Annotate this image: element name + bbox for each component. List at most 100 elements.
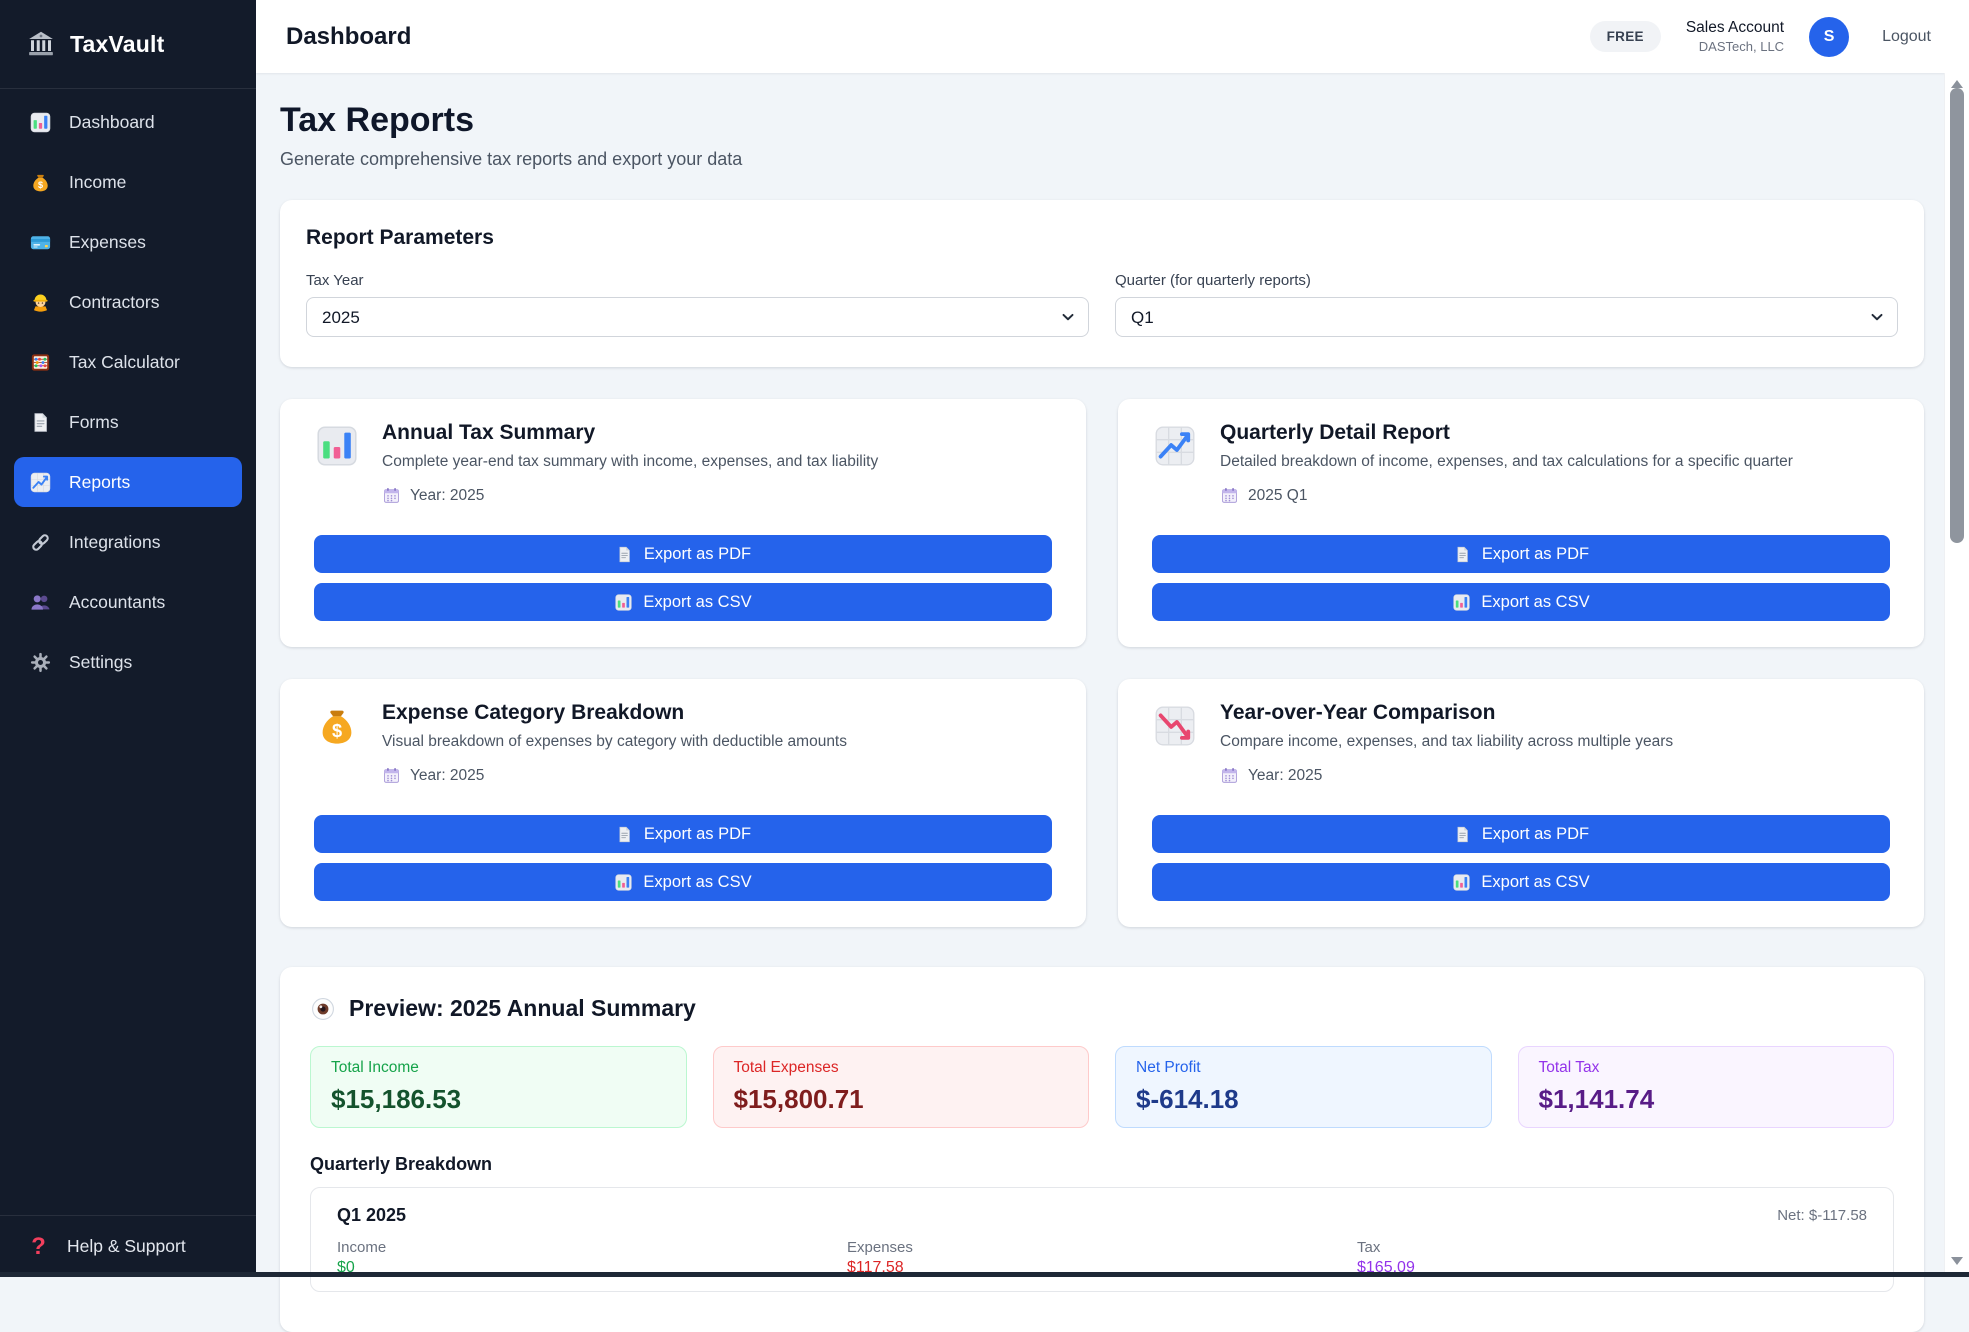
export-pdf-label: Export as PDF	[1482, 825, 1589, 844]
sidebar-item-income[interactable]: Income	[14, 157, 242, 207]
sidebar-item-settings[interactable]: Settings	[14, 637, 242, 687]
sidebar-item-tax-calculator[interactable]: Tax Calculator	[14, 337, 242, 387]
quarter-select[interactable]: Q1	[1115, 297, 1898, 337]
report-meta-text: Year: 2025	[410, 767, 484, 785]
export-csv-label: Export as CSV	[1481, 593, 1589, 612]
sidebar-item-label: Accountants	[69, 592, 165, 613]
page-title: Tax Reports	[280, 101, 1924, 140]
export-csv-button[interactable]: Export as CSV	[314, 583, 1052, 621]
sidebar-item-accountants[interactable]: Accountants	[14, 577, 242, 627]
sidebar-item-expenses[interactable]: Expenses	[14, 217, 242, 267]
stat-total-expenses: Total Expenses $15,800.71	[713, 1046, 1090, 1128]
plan-badge: FREE	[1590, 21, 1661, 52]
report-description: Compare income, expenses, and tax liabil…	[1220, 733, 1673, 751]
calendar-icon	[1220, 486, 1239, 505]
credit-card-icon	[29, 231, 52, 254]
calendar-icon	[382, 766, 401, 785]
report-meta: 2025 Q1	[1220, 486, 1793, 505]
report-parameters-card: Report Parameters Tax Year 2025 Quarter …	[280, 200, 1924, 367]
export-pdf-button[interactable]: Export as PDF	[1152, 815, 1890, 853]
eye-icon	[310, 996, 336, 1022]
export-csv-label: Export as CSV	[643, 593, 751, 612]
abacus-icon	[29, 351, 52, 374]
logout-link[interactable]: Logout	[1882, 28, 1931, 46]
page-header-title: Dashboard	[286, 23, 411, 51]
quarter-name: Q1 2025	[337, 1205, 406, 1226]
export-pdf-label: Export as PDF	[644, 545, 751, 564]
report-meta: Year: 2025	[382, 486, 878, 505]
account-name: Sales Account	[1686, 18, 1784, 37]
sidebar-item-reports[interactable]: Reports	[14, 457, 242, 507]
money-bag-icon	[29, 171, 52, 194]
stat-label: Net Profit	[1136, 1059, 1471, 1077]
sidebar-item-label: Dashboard	[69, 112, 155, 133]
tax-year-select[interactable]: 2025	[306, 297, 1089, 337]
sidebar-item-label: Reports	[69, 472, 130, 493]
export-pdf-button[interactable]: Export as PDF	[1152, 535, 1890, 573]
avatar[interactable]: S	[1809, 17, 1849, 57]
stat-label: Total Income	[331, 1059, 666, 1077]
tax-year-field: Tax Year 2025	[306, 272, 1089, 337]
report-description: Detailed breakdown of income, expenses, …	[1220, 453, 1793, 471]
gear-icon	[29, 651, 52, 674]
sidebar-item-contractors[interactable]: Contractors	[14, 277, 242, 327]
report-card-quarterly-detail: Quarterly Detail Report Detailed breakdo…	[1118, 399, 1924, 647]
scrollbar-thumb[interactable]	[1950, 88, 1964, 543]
export-csv-button[interactable]: Export as CSV	[314, 863, 1052, 901]
tax-year-label: Tax Year	[306, 272, 1089, 289]
export-csv-button[interactable]: Export as CSV	[1152, 583, 1890, 621]
quarter-net: Net: $-117.58	[1777, 1207, 1867, 1224]
sidebar-item-help[interactable]: ? Help & Support	[0, 1215, 256, 1277]
report-title: Quarterly Detail Report	[1220, 421, 1793, 445]
report-description: Visual breakdown of expenses by category…	[382, 733, 847, 751]
document-icon	[1453, 545, 1472, 564]
question-mark-icon: ?	[27, 1233, 50, 1261]
company-name: DASTech, LLC	[1686, 39, 1784, 55]
bar-chart-icon	[614, 873, 633, 892]
sidebar-item-label: Tax Calculator	[69, 352, 180, 373]
stat-net-profit: Net Profit $-614.18	[1115, 1046, 1492, 1128]
stat-value: $1,141.74	[1539, 1084, 1874, 1115]
export-pdf-button[interactable]: Export as PDF	[314, 535, 1052, 573]
export-pdf-button[interactable]: Export as PDF	[314, 815, 1052, 853]
quarter-expenses-label: Expenses	[847, 1239, 1357, 1256]
report-meta: Year: 2025	[382, 766, 847, 785]
bar-chart-icon	[29, 111, 52, 134]
document-icon	[1453, 825, 1472, 844]
people-icon	[29, 591, 52, 614]
report-title: Expense Category Breakdown	[382, 701, 847, 725]
stat-total-income: Total Income $15,186.53	[310, 1046, 687, 1128]
header-right-group: FREE Sales Account DASTech, LLC S Logout	[1590, 17, 1931, 57]
sidebar-item-integrations[interactable]: Integrations	[14, 517, 242, 567]
sidebar-item-label: Expenses	[69, 232, 146, 253]
quarter-field: Quarter (for quarterly reports) Q1	[1115, 272, 1898, 337]
stat-label: Total Expenses	[734, 1059, 1069, 1077]
link-icon	[29, 531, 52, 554]
scrollbar[interactable]	[1944, 73, 1969, 1277]
report-meta: Year: 2025	[1220, 766, 1673, 785]
app-logo: TaxVault	[0, 0, 256, 89]
export-csv-button[interactable]: Export as CSV	[1152, 863, 1890, 901]
help-label: Help & Support	[67, 1236, 186, 1257]
app-name: TaxVault	[70, 31, 165, 58]
report-meta-text: Year: 2025	[1248, 767, 1322, 785]
scroll-up-arrow-icon[interactable]	[1945, 80, 1969, 88]
bar-chart-icon	[614, 593, 633, 612]
quarter-income-label: Income	[337, 1239, 847, 1256]
quarter-tax-label: Tax	[1357, 1239, 1867, 1256]
sidebar-item-label: Contractors	[69, 292, 159, 313]
export-pdf-label: Export as PDF	[1482, 545, 1589, 564]
sidebar-item-forms[interactable]: Forms	[14, 397, 242, 447]
document-icon	[615, 545, 634, 564]
quarter-label: Quarter (for quarterly reports)	[1115, 272, 1898, 289]
sidebar: TaxVault Dashboard Income Expenses Contr…	[0, 0, 256, 1277]
export-pdf-label: Export as PDF	[644, 825, 751, 844]
sidebar-item-dashboard[interactable]: Dashboard	[14, 97, 242, 147]
sidebar-item-label: Income	[69, 172, 126, 193]
stat-total-tax: Total Tax $1,141.74	[1518, 1046, 1895, 1128]
report-card-year-over-year: Year-over-Year Comparison Compare income…	[1118, 679, 1924, 927]
report-meta-text: Year: 2025	[410, 487, 484, 505]
sidebar-nav: Dashboard Income Expenses Contractors Ta…	[0, 89, 256, 1215]
chart-up-icon	[29, 471, 52, 494]
scroll-down-arrow-icon[interactable]	[1945, 1257, 1969, 1265]
